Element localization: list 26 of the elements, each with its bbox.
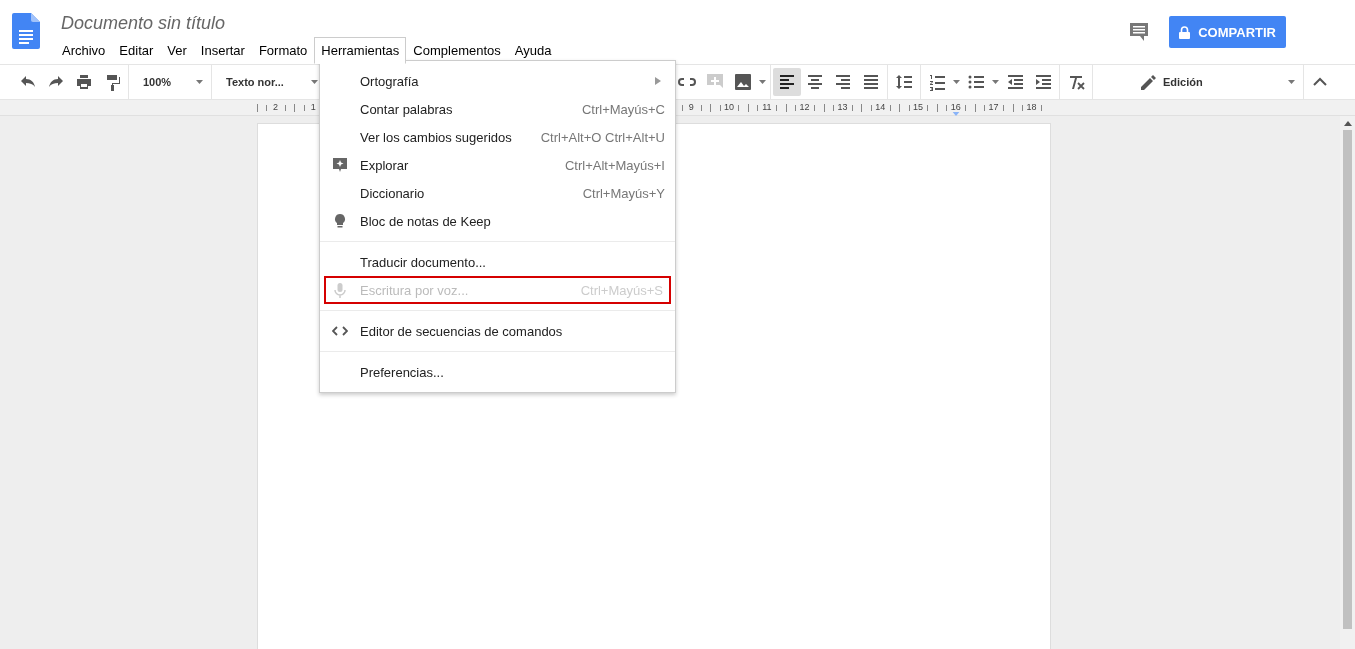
ruler-number: 1	[309, 102, 317, 112]
menu-option-label: Bloc de notas de Keep	[360, 213, 492, 229]
menu-option-label: Preferencias...	[360, 364, 445, 380]
menu-option-label: Editor de secuencias de comandos	[360, 323, 564, 339]
menu-option-label: Explorar	[360, 157, 410, 173]
menu-option-label: Contar palabras	[360, 101, 454, 117]
ruler-number: 17	[987, 102, 1000, 112]
shortcut-label: Ctrl+Alt+O Ctrl+Alt+U	[540, 129, 665, 145]
ruler-number: 10	[723, 102, 735, 112]
ruler-number: 9	[687, 102, 695, 112]
menu-option-label: Diccionario	[360, 185, 426, 201]
shortcut-label: Ctrl+Mayús+Y	[582, 185, 665, 201]
ruler-number: 16	[949, 102, 962, 112]
shortcut-label: Ctrl+Mayús+C	[581, 101, 665, 117]
ruler-number: 18	[1025, 102, 1038, 112]
menu-option-label: Traducir documento...	[360, 254, 487, 270]
ruler-number: 12	[798, 102, 811, 112]
shortcut-label: Ctrl+Alt+Mayús+I	[564, 157, 665, 173]
ruler-number: 2	[271, 102, 279, 112]
menu-option-label: Ortografía	[360, 73, 420, 89]
ruler-number: 15	[912, 102, 924, 112]
menu-option-label: Ver los cambios sugeridos	[360, 129, 513, 145]
menu-option-label: Escritura por voz...	[360, 282, 470, 298]
ruler-number: 11	[761, 102, 773, 112]
ruler-number: 14	[874, 102, 887, 112]
ruler-number: 13	[836, 102, 849, 112]
